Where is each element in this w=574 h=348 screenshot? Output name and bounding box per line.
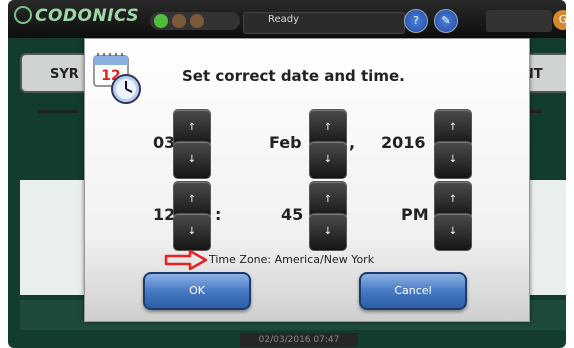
up-arrow-icon: ↑ bbox=[187, 122, 197, 133]
g-icon: G bbox=[558, 13, 566, 26]
up-arrow-icon: ↑ bbox=[323, 122, 333, 133]
status-leds bbox=[150, 12, 240, 30]
timezone-label: Time Zone: America/New York bbox=[209, 253, 375, 266]
down-arrow-icon: ↓ bbox=[187, 226, 197, 237]
dialog-title: Set correct date and time. bbox=[182, 67, 405, 85]
calendar-clock-icon: 12 bbox=[93, 53, 141, 104]
up-arrow-icon: ↑ bbox=[323, 194, 333, 205]
down-arrow-icon: ↓ bbox=[448, 226, 458, 237]
month-down-button[interactable]: ↓ bbox=[173, 141, 211, 179]
led-green-icon bbox=[154, 14, 168, 28]
year-down-button[interactable]: ↓ bbox=[434, 141, 472, 179]
ampm-value: PM bbox=[401, 205, 429, 224]
day-down-button[interactable]: ↓ bbox=[309, 141, 347, 179]
cancel-button[interactable]: Cancel bbox=[359, 272, 467, 310]
tab-shadow-left bbox=[38, 110, 78, 113]
date-time-dialog: 12 Set correct date and time. 03 ↑ ↓ Feb… bbox=[84, 38, 530, 322]
led-brown-icon bbox=[172, 14, 186, 28]
corner-button[interactable]: G bbox=[553, 10, 566, 30]
hour-value: 12 bbox=[153, 205, 176, 224]
time-separator: : bbox=[215, 205, 222, 224]
status-text: Ready bbox=[268, 14, 300, 25]
ampm-down-button[interactable]: ↓ bbox=[434, 213, 472, 251]
down-arrow-icon: ↓ bbox=[187, 154, 197, 165]
up-arrow-icon: ↑ bbox=[448, 194, 458, 205]
ok-button[interactable]: OK bbox=[143, 272, 251, 310]
top-toolbar: CODONICS Ready ? ✎ G bbox=[8, 0, 566, 38]
down-arrow-icon: ↓ bbox=[323, 154, 333, 165]
down-arrow-icon: ↓ bbox=[448, 154, 458, 165]
minute-value: 45 bbox=[281, 205, 304, 224]
hour-down-button[interactable]: ↓ bbox=[173, 213, 211, 251]
date-separator: , bbox=[349, 133, 356, 152]
clock-display: 02/03/2016 07:47 bbox=[240, 333, 358, 347]
day-value: Feb bbox=[269, 133, 302, 152]
pencil-icon: ✎ bbox=[441, 14, 451, 27]
year-value: 2016 bbox=[381, 133, 426, 152]
up-arrow-icon: ↑ bbox=[187, 194, 197, 205]
device-screen: CODONICS Ready ? ✎ G SYR ENT 02/03/2016 … bbox=[8, 0, 566, 348]
brand-logo: CODONICS bbox=[14, 6, 139, 26]
red-arrow-annotation-icon bbox=[164, 249, 208, 271]
led-brown-icon bbox=[190, 14, 204, 28]
toolbar-slot bbox=[486, 10, 552, 32]
edit-button[interactable]: ✎ bbox=[434, 9, 458, 33]
down-arrow-icon: ↓ bbox=[323, 226, 333, 237]
logo-mark-icon bbox=[14, 6, 32, 24]
help-icon: ? bbox=[413, 14, 419, 27]
minute-down-button[interactable]: ↓ bbox=[309, 213, 347, 251]
month-value: 03 bbox=[153, 133, 176, 152]
up-arrow-icon: ↑ bbox=[448, 122, 458, 133]
brand-name: CODONICS bbox=[35, 6, 140, 26]
help-button[interactable]: ? bbox=[404, 9, 428, 33]
